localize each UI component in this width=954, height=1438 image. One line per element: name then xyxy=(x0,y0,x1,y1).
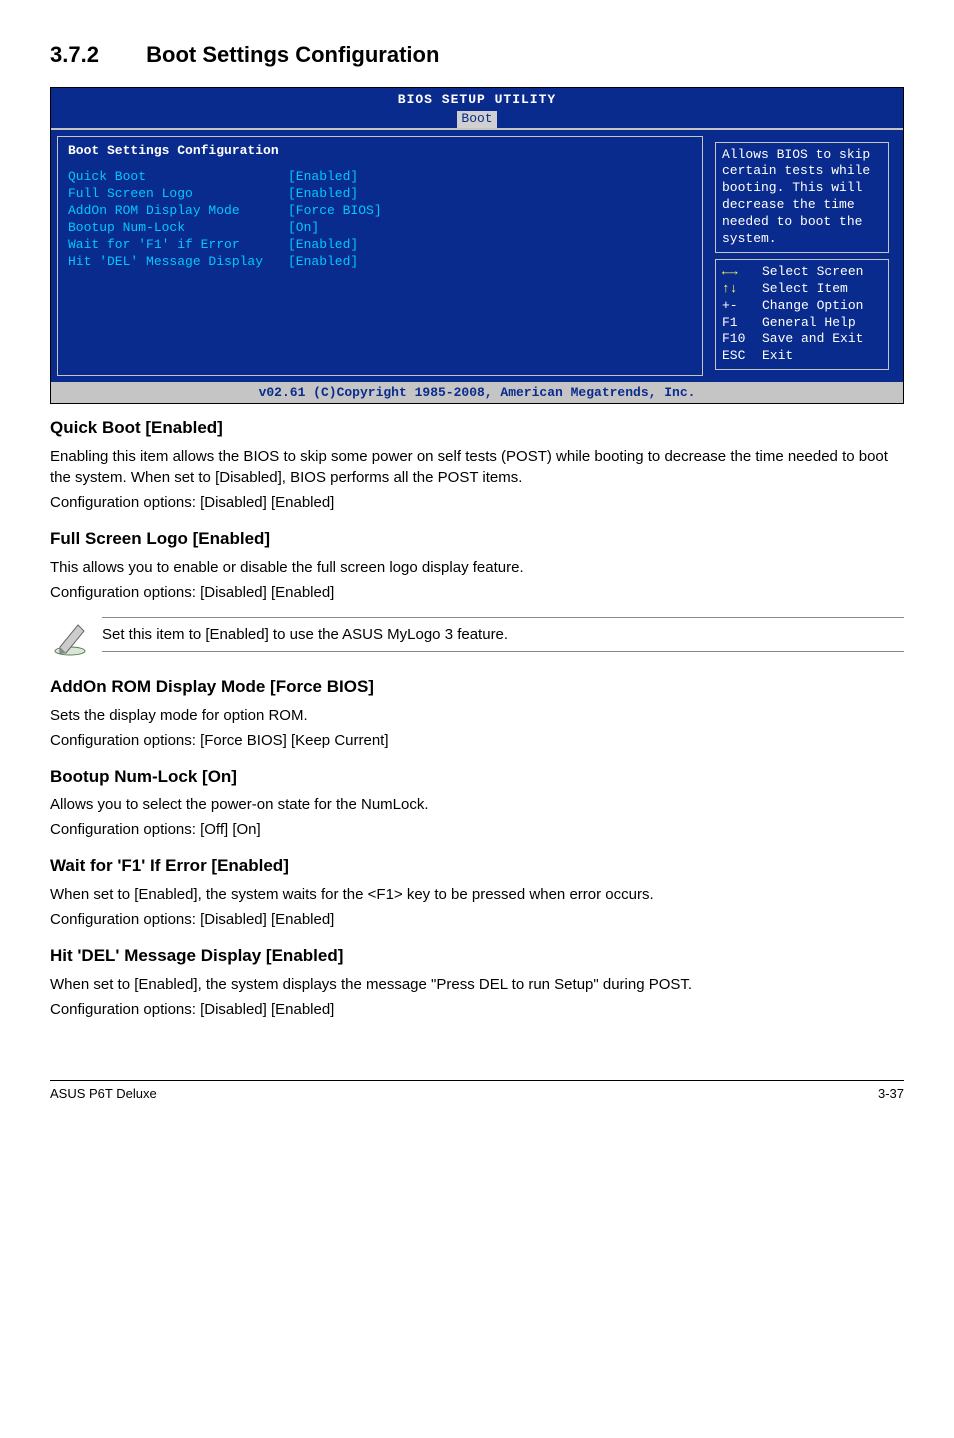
bios-right-panel: Allows BIOS to skip certain tests while … xyxy=(707,136,897,377)
bios-key-desc: Select Item xyxy=(762,281,848,298)
bios-key: +- xyxy=(722,298,762,315)
subsection-title: Full Screen Logo [Enabled] xyxy=(50,527,904,551)
bios-setting-value: [Enabled] xyxy=(288,254,358,271)
bios-setting-value: [Force BIOS] xyxy=(288,203,382,220)
bios-setting-row: Quick Boot[Enabled] xyxy=(68,169,692,186)
bios-key-row: F1General Help xyxy=(722,315,882,332)
section-quick-boot: Quick Boot [Enabled] Enabling this item … xyxy=(50,416,904,513)
bios-key-desc: Change Option xyxy=(762,298,863,315)
subsection-options: Configuration options: [Disabled] [Enabl… xyxy=(50,492,904,513)
footer-left: ASUS P6T Deluxe xyxy=(50,1085,157,1103)
pencil-icon xyxy=(50,617,90,663)
section-wait-f1: Wait for 'F1' If Error [Enabled] When se… xyxy=(50,854,904,930)
subsection-options: Configuration options: [Force BIOS] [Kee… xyxy=(50,730,904,751)
subsection-options: Configuration options: [Disabled] [Enabl… xyxy=(50,909,904,930)
bios-setting-value: [Enabled] xyxy=(288,237,358,254)
bios-setting-label: Quick Boot xyxy=(68,169,288,186)
page-footer: ASUS P6T Deluxe 3-37 xyxy=(50,1081,904,1103)
subsection-title: Wait for 'F1' If Error [Enabled] xyxy=(50,854,904,878)
bios-panel-title: Boot Settings Configuration xyxy=(68,143,692,160)
bios-setting-label: AddOn ROM Display Mode xyxy=(68,203,288,220)
section-addon-rom: AddOn ROM Display Mode [Force BIOS] Sets… xyxy=(50,675,904,751)
bios-title-bar: BIOS SETUP UTILITY Boot xyxy=(51,88,903,128)
bios-screenshot: BIOS SETUP UTILITY Boot Boot Settings Co… xyxy=(50,87,904,404)
subsection-title: Bootup Num-Lock [On] xyxy=(50,765,904,789)
note-text: Set this item to [Enabled] to use the AS… xyxy=(102,617,904,652)
bios-tab: Boot xyxy=(457,111,496,128)
bios-setting-label: Full Screen Logo xyxy=(68,186,288,203)
bios-setting-label: Bootup Num-Lock xyxy=(68,220,288,237)
subsection-title: Quick Boot [Enabled] xyxy=(50,416,904,440)
bios-key: F10 xyxy=(722,331,762,348)
bios-setting-value: [Enabled] xyxy=(288,186,358,203)
bios-help-text: Allows BIOS to skip certain tests while … xyxy=(715,142,889,253)
bios-key: ←→ xyxy=(722,264,762,281)
subsection-body: This allows you to enable or disable the… xyxy=(50,557,904,578)
bios-setting-row: AddOn ROM Display Mode[Force BIOS] xyxy=(68,203,692,220)
section-number: 3.7.2 xyxy=(50,40,140,71)
subsection-options: Configuration options: [Disabled] [Enabl… xyxy=(50,999,904,1020)
bios-setting-row: Bootup Num-Lock[On] xyxy=(68,220,692,237)
bios-key-row: ↑↓Select Item xyxy=(722,281,882,298)
bios-key: ESC xyxy=(722,348,762,365)
page-heading: 3.7.2 Boot Settings Configuration xyxy=(50,40,904,71)
bios-setting-value: [Enabled] xyxy=(288,169,358,186)
note-callout: Set this item to [Enabled] to use the AS… xyxy=(50,617,904,663)
section-full-screen-logo: Full Screen Logo [Enabled] This allows y… xyxy=(50,527,904,603)
bios-footer: v02.61 (C)Copyright 1985-2008, American … xyxy=(51,384,903,403)
bios-utility-title: BIOS SETUP UTILITY xyxy=(51,92,903,109)
bios-key: F1 xyxy=(722,315,762,332)
bios-setting-label: Hit 'DEL' Message Display xyxy=(68,254,288,271)
subsection-body: Allows you to select the power-on state … xyxy=(50,794,904,815)
bios-left-panel: Boot Settings Configuration Quick Boot[E… xyxy=(57,136,703,377)
subsection-options: Configuration options: [Disabled] [Enabl… xyxy=(50,582,904,603)
bios-setting-value: [On] xyxy=(288,220,319,237)
subsection-options: Configuration options: [Off] [On] xyxy=(50,819,904,840)
bios-key-row: +-Change Option xyxy=(722,298,882,315)
bios-setting-row: Wait for 'F1' if Error[Enabled] xyxy=(68,237,692,254)
section-numlock: Bootup Num-Lock [On] Allows you to selec… xyxy=(50,765,904,841)
bios-setting-row: Hit 'DEL' Message Display[Enabled] xyxy=(68,254,692,271)
bios-key-row: ESCExit xyxy=(722,348,882,365)
subsection-body: Enabling this item allows the BIOS to sk… xyxy=(50,446,904,488)
bios-setting-row: Full Screen Logo[Enabled] xyxy=(68,186,692,203)
bios-key-desc: Save and Exit xyxy=(762,331,863,348)
bios-content: Boot Settings Configuration Quick Boot[E… xyxy=(51,128,903,385)
bios-setting-label: Wait for 'F1' if Error xyxy=(68,237,288,254)
bios-key-row: ←→Select Screen xyxy=(722,264,882,281)
bios-key-row: F10Save and Exit xyxy=(722,331,882,348)
subsection-title: AddOn ROM Display Mode [Force BIOS] xyxy=(50,675,904,699)
section-hit-del: Hit 'DEL' Message Display [Enabled] When… xyxy=(50,944,904,1020)
bios-key-legend: ←→Select Screen ↑↓Select Item +-Change O… xyxy=(715,259,889,370)
bios-key-desc: Exit xyxy=(762,348,793,365)
subsection-body: When set to [Enabled], the system displa… xyxy=(50,974,904,995)
bios-key: ↑↓ xyxy=(722,281,762,298)
subsection-body: Sets the display mode for option ROM. xyxy=(50,705,904,726)
section-title: Boot Settings Configuration xyxy=(146,42,439,67)
subsection-body: When set to [Enabled], the system waits … xyxy=(50,884,904,905)
subsection-title: Hit 'DEL' Message Display [Enabled] xyxy=(50,944,904,968)
bios-key-desc: Select Screen xyxy=(762,264,863,281)
bios-key-desc: General Help xyxy=(762,315,856,332)
footer-right: 3-37 xyxy=(878,1085,904,1103)
